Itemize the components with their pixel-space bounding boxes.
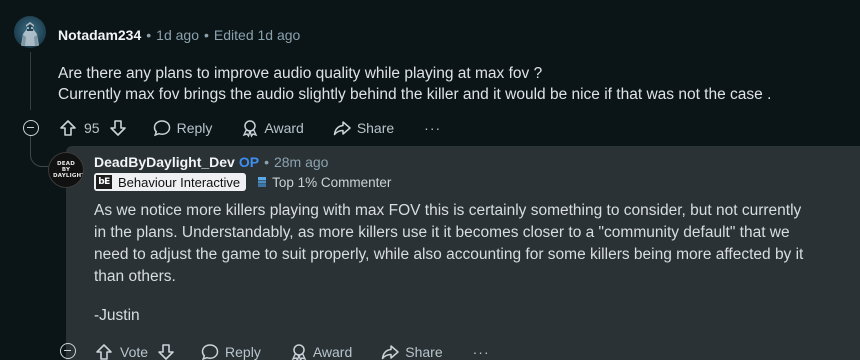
comment-bubble-icon [153,120,170,137]
avatar-text: DEAD BY DAYLIGHT [53,161,84,179]
top-commenter-badge: Top 1% Commenter [258,175,391,190]
upvote-icon [60,120,76,136]
dot-separator: • [264,154,269,170]
reply-line: than others. [94,268,176,285]
downvote-icon [109,120,126,136]
comment-meta: Notadam234 • 1d ago • Edited 1d ago [58,25,300,45]
reply-button[interactable]: Reply [152,116,213,140]
award-label: Award [312,344,353,360]
timestamp[interactable]: 1d ago [156,27,199,43]
share-button[interactable]: Share [380,340,443,360]
reply-line: need to adjust the game to suit properly… [94,246,804,263]
top-commenter-icon [258,177,267,187]
downvote-button[interactable] [108,116,128,140]
award-button[interactable]: Award [240,116,304,140]
comment-bubble-icon [201,344,219,360]
more-options-button[interactable]: ··· [473,340,490,360]
dot-separator: • [204,27,209,43]
comment-actions: 95 Reply Award Share ··· [58,116,441,140]
timestamp[interactable]: 28m ago [274,154,328,170]
comment-body: Are there any plans to improve audio qua… [58,63,848,105]
reply-meta: DeadByDaylight_Dev OP • 28m ago [94,152,328,172]
reply-line: in the plans. Understandably, as more ki… [94,224,790,241]
share-icon [382,345,400,360]
behaviour-logo-icon: bE [96,175,112,189]
upvote-button[interactable] [94,340,114,360]
flair-row: bE Behaviour Interactive Top 1% Commente… [94,173,391,191]
vote-label: Vote [120,344,149,360]
upvote-icon [96,344,112,360]
user-flair: bE Behaviour Interactive [94,173,247,191]
thread-line[interactable] [30,52,31,110]
edited-label: Edited 1d ago [213,27,301,43]
comment-thread: Notadam234 • 1d ago • Edited 1d ago Are ther… [0,0,860,360]
comment-line: Are there any plans to improve audio qua… [58,65,543,82]
vote-score: 95 [84,120,100,136]
upvote-button[interactable] [58,116,78,140]
award-button[interactable]: Award [289,340,352,360]
downvote-button[interactable] [156,340,176,360]
share-label: Share [405,344,443,360]
collapse-reply-button[interactable] [60,343,76,359]
downvote-icon [158,344,174,360]
award-label: Award [264,120,304,136]
share-icon [333,121,351,136]
user-avatar[interactable] [14,16,46,48]
flair-text: Behaviour Interactive [118,174,241,190]
reply-label: Reply [176,120,213,136]
reply-signature: -Justin [94,307,140,324]
award-icon [243,120,258,138]
dot-separator: • [146,27,152,43]
dev-avatar[interactable]: DEAD BY DAYLIGHT [48,152,84,188]
collapse-thread-button[interactable] [23,120,39,136]
reply-button[interactable]: Reply [200,340,261,360]
badge-text: Top 1% Commenter [272,174,392,190]
reply-label: Reply [225,344,261,360]
op-badge: OP [238,154,260,170]
username[interactable]: Notadam234 [58,27,141,43]
award-icon [291,344,307,360]
share-button[interactable]: Share [332,116,394,140]
comment-line: Currently max fov brings the audio sligh… [58,86,772,103]
username[interactable]: DeadByDaylight_Dev [94,154,235,170]
reply-actions: Vote Reply Award Share ··· [94,340,490,360]
share-label: Share [356,120,395,136]
reply-line: As we notice more killers playing with m… [94,202,802,219]
reply-body: As we notice more killers playing with m… [94,200,834,288]
more-options-button[interactable]: ··· [424,116,441,140]
